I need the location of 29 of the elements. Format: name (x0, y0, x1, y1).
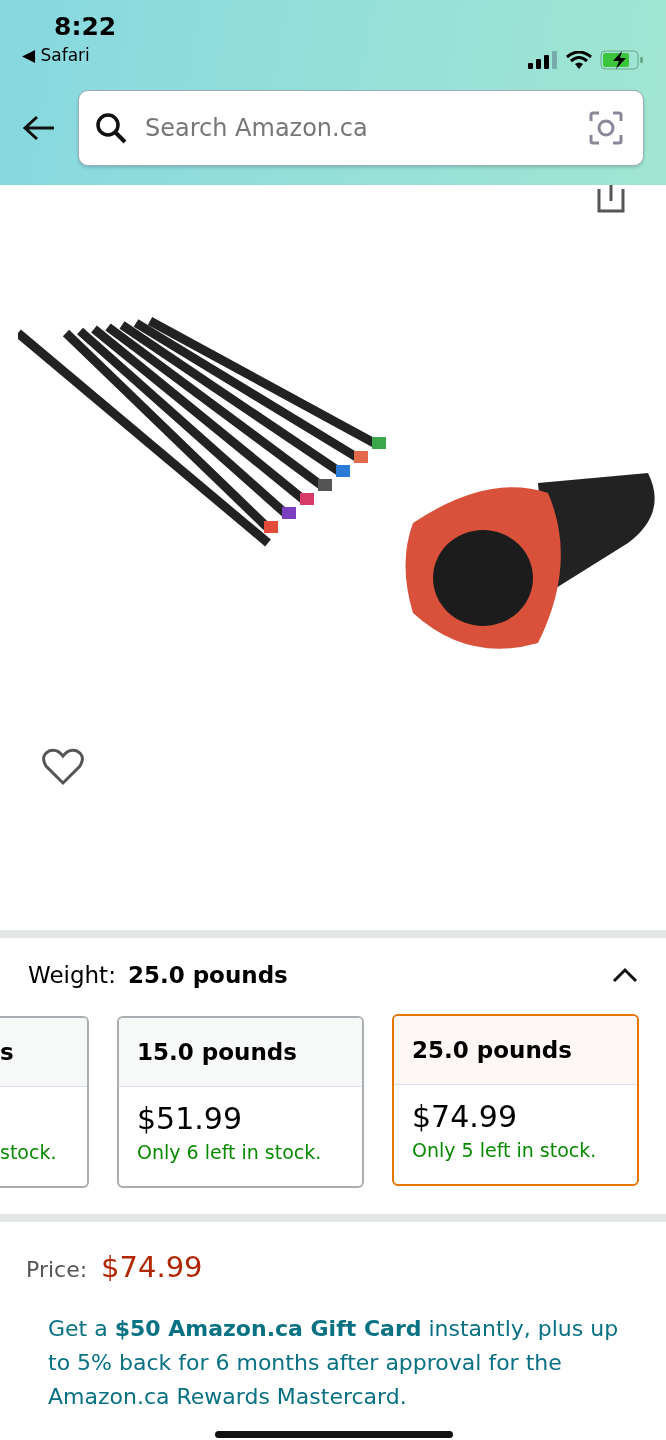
back-to-app-link[interactable]: ◀ Safari (22, 45, 117, 65)
weight-option-card[interactable]: s stock. (0, 1016, 89, 1188)
option-weight: 15.0 pounds (137, 1039, 297, 1065)
option-price: $74.99 (412, 1099, 518, 1136)
option-price: $51.99 (137, 1101, 243, 1138)
battery-charging-icon (600, 50, 644, 70)
option-weight: 25.0 pounds (412, 1037, 572, 1063)
stock-status: Only 5 left in stock. (412, 1139, 598, 1161)
weight-value: 25.0 pounds (127, 962, 288, 988)
search-bar[interactable]: Search Amazon.ca (78, 90, 644, 166)
weight-option-card[interactable]: 15.0 pounds $51.99 Only 6 left in stock. (117, 1016, 364, 1188)
share-icon[interactable] (596, 185, 626, 213)
promo-link[interactable]: Get a $50 Amazon.ca Gift Card instantly, plus up to 5% back for 6 months after approval for the Amazon.ca Rewards Mastercard. (48, 1312, 640, 1414)
price-value: $74.99 (101, 1250, 203, 1284)
weight-label: Weight: (28, 962, 116, 988)
camera-scan-icon[interactable] (589, 111, 623, 145)
back-arrow-icon[interactable] (22, 114, 56, 142)
status-time: 8:22 (54, 12, 117, 41)
price-label: Price: (26, 1257, 88, 1282)
search-input[interactable]: Search Amazon.ca (143, 113, 573, 143)
wifi-icon (566, 50, 592, 70)
caret-icon[interactable] (612, 967, 638, 983)
search-icon (95, 112, 127, 144)
heart-icon[interactable] (42, 748, 84, 786)
signal-icon (528, 51, 558, 69)
weight-option-card[interactable]: 25.0 pounds $74.99 Only 5 left in stock. (392, 1014, 639, 1186)
stock-status: Only 6 left in stock. (137, 1141, 323, 1163)
option-weight: s (0, 1039, 14, 1065)
stock-status: stock. (0, 1141, 58, 1163)
